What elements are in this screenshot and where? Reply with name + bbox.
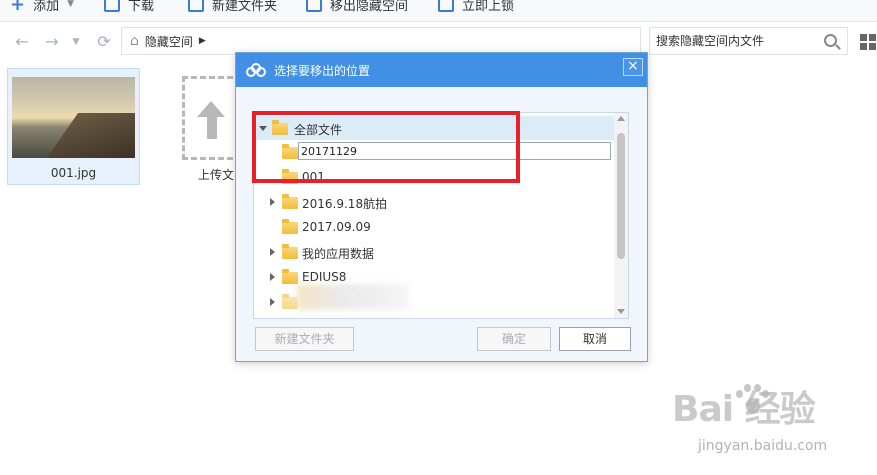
main-toolbar: + 添加 ▼ 下载 新建文件夹 移出隐藏空间 立即上锁: [0, 0, 877, 22]
upload-arrow-icon: [197, 101, 225, 117]
file-item[interactable]: 001.jpg: [7, 68, 140, 185]
tree-item-label: 我的应用数据: [302, 247, 375, 261]
new-folder-toolbar-button[interactable]: 新建文件夹: [188, 0, 277, 15]
baidu-watermark: Bai 经验 jingyan.baidu.com: [672, 380, 877, 470]
breadcrumb-arrow-icon[interactable]: ▶: [199, 36, 206, 46]
scroll-down-icon[interactable]: [617, 309, 625, 314]
cloud-logo-icon: [246, 63, 266, 77]
plus-icon: +: [10, 0, 26, 15]
download-button[interactable]: 下载: [104, 0, 154, 15]
confirm-button[interactable]: 确定: [477, 327, 551, 351]
refresh-icon[interactable]: ⟳: [94, 32, 114, 52]
move-out-dialog: 选择要移出的位置 × 全部文件 001 2016.9.18航拍 2017.09.…: [235, 52, 648, 362]
back-arrow-icon[interactable]: ←: [12, 32, 32, 52]
highlight-annotation: [252, 111, 520, 183]
breadcrumb[interactable]: ⌂ 隐藏空间 ▶: [121, 27, 641, 55]
move-out-icon: [306, 0, 322, 12]
lock-now-button[interactable]: 立即上锁: [438, 0, 514, 15]
search-input[interactable]: [656, 34, 816, 48]
download-icon: [104, 0, 120, 12]
lock-now-label: 立即上锁: [462, 0, 515, 14]
upload-label: 上传文: [198, 168, 235, 182]
scroll-up-icon[interactable]: [617, 116, 625, 121]
dialog-title-bar: 选择要移出的位置: [236, 53, 647, 87]
new-folder-toolbar-label: 新建文件夹: [212, 0, 278, 14]
add-button[interactable]: + 添加 ▼: [10, 0, 74, 15]
paw-icon: [734, 384, 770, 420]
tree-item-label: 2016.9.18航拍: [302, 197, 388, 211]
grid-view-icon[interactable]: [860, 34, 876, 50]
history-dropdown-icon[interactable]: ▼: [66, 32, 86, 52]
search-icon[interactable]: [824, 34, 837, 47]
expander-closed-icon[interactable]: [270, 298, 275, 306]
tree-item-2017-09-09[interactable]: 2017.09.09: [254, 215, 614, 239]
lock-icon: [438, 0, 454, 12]
breadcrumb-current[interactable]: 隐藏空间: [145, 33, 193, 50]
scroll-thumb[interactable]: [617, 133, 625, 259]
dialog-title: 选择要移出的位置: [274, 63, 371, 78]
folder-icon: [282, 269, 298, 284]
expander-closed-icon[interactable]: [270, 198, 275, 206]
cancel-button[interactable]: 取消: [559, 327, 631, 351]
chevron-down-icon: ▼: [67, 0, 75, 9]
tree-item-2016-aerial[interactable]: 2016.9.18航拍: [254, 190, 614, 214]
watermark-url: jingyan.baidu.com: [698, 438, 828, 454]
move-out-label: 移出隐藏空间: [330, 0, 409, 14]
upload-tile[interactable]: [182, 76, 242, 160]
tree-scrollbar[interactable]: [614, 113, 628, 318]
folder-icon: [282, 194, 298, 209]
file-thumbnail: [12, 77, 135, 158]
redacted-area: [297, 284, 409, 310]
download-label: 下载: [128, 0, 155, 14]
close-icon[interactable]: ×: [623, 58, 643, 76]
tree-item-app-data[interactable]: 我的应用数据: [254, 240, 614, 264]
folder-icon: [282, 219, 298, 234]
tree-item-label: 2017.09.09: [302, 220, 371, 234]
tree-item-label: EDIUS8: [302, 270, 347, 284]
search-box[interactable]: [649, 27, 848, 55]
forward-arrow-icon[interactable]: →: [42, 32, 62, 52]
new-folder-button[interactable]: 新建文件夹: [255, 327, 354, 351]
folder-icon: [282, 294, 298, 309]
file-name: 001.jpg: [50, 166, 97, 180]
folder-icon: [282, 244, 298, 259]
home-icon: ⌂: [130, 33, 139, 49]
expander-closed-icon[interactable]: [270, 248, 275, 256]
move-out-button[interactable]: 移出隐藏空间: [306, 0, 408, 15]
new-folder-icon: [188, 0, 204, 12]
add-label: 添加: [33, 0, 60, 14]
expander-closed-icon[interactable]: [270, 273, 275, 281]
